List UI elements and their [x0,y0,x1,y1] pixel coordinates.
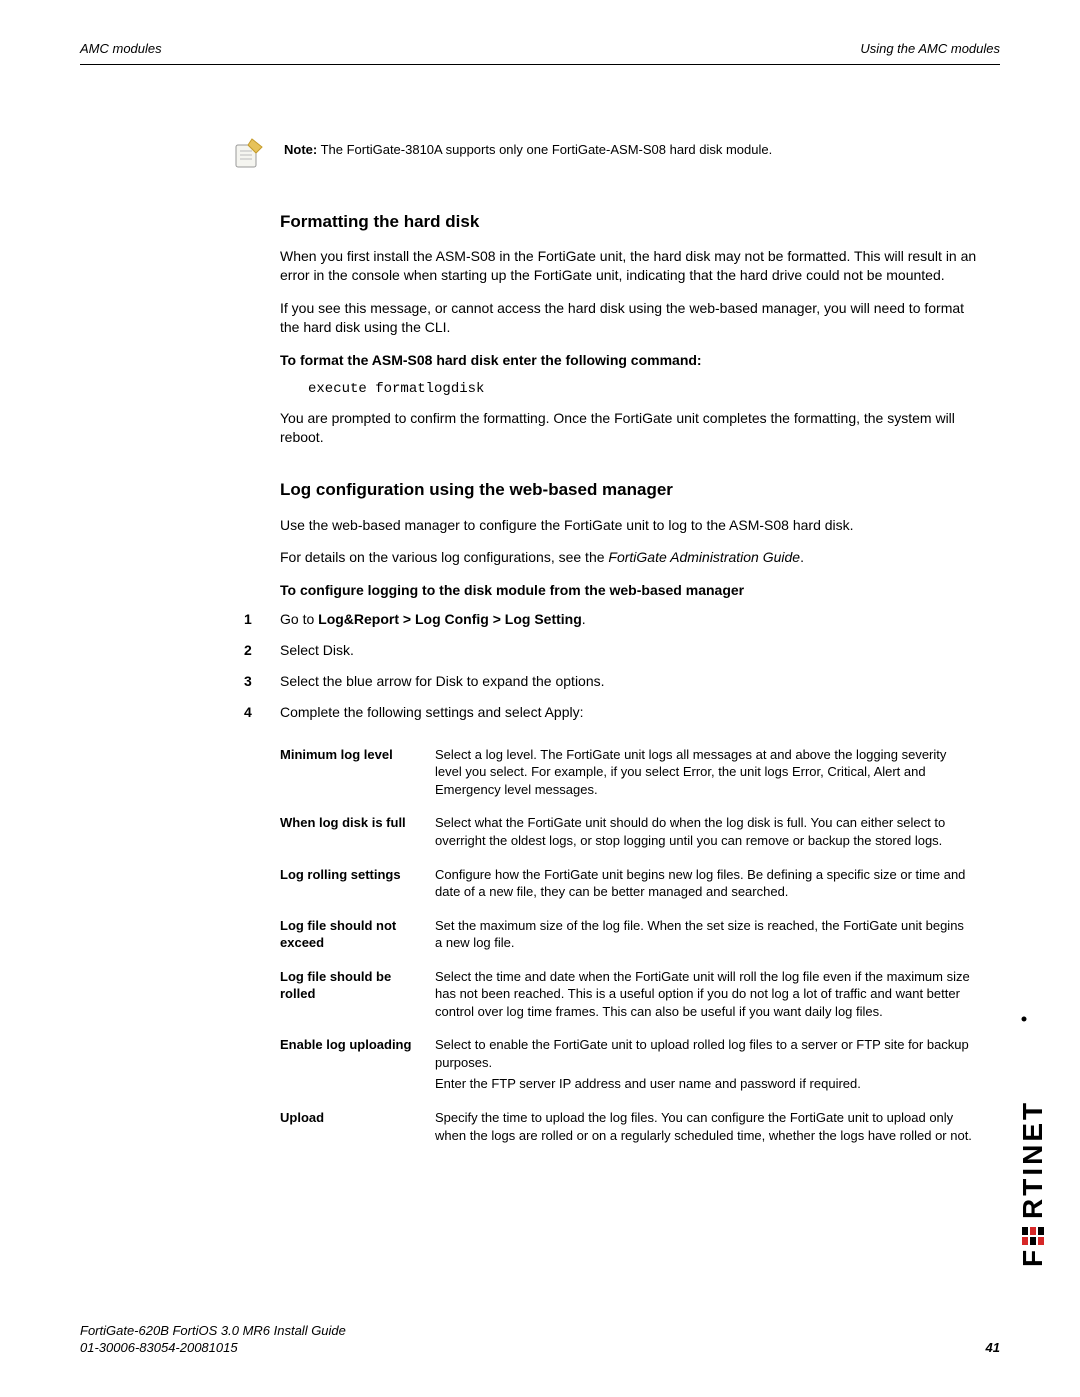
step-item: 2 Select Disk. [280,641,980,660]
table-row: Log file should not exceed Set the maxim… [280,911,980,962]
table-row: Log rolling settings Configure how the F… [280,860,980,911]
section-heading-log-config: Log configuration using the web-based ma… [280,479,980,502]
section-heading-formatting: Formatting the hard disk [280,211,980,234]
table-row: Minimum log level Select a log level. Th… [280,740,980,809]
setting-label: Log rolling settings [280,860,435,911]
note-text: Note: The FortiGate-3810A supports only … [284,135,772,159]
body-text: For details on the various log configura… [280,548,980,567]
setting-desc: Select a log level. The FortiGate unit l… [435,740,980,809]
svg-text:RTINET: RTINET [1018,1100,1048,1219]
header-right: Using the AMC modules [860,40,1000,58]
setting-desc: Select to enable the FortiGate unit to u… [435,1030,980,1103]
page-header: AMC modules Using the AMC modules [80,40,1000,65]
note-icon [230,135,266,171]
table-row: Log file should be rolled Select the tim… [280,962,980,1031]
cli-command: execute formatlogdisk [308,380,980,399]
body-text: If you see this message, or cannot acces… [280,299,980,337]
setting-label: Upload [280,1103,435,1154]
step-number: 3 [244,672,252,691]
setting-label: Log file should be rolled [280,962,435,1031]
settings-table: Minimum log level Select a log level. Th… [280,740,980,1154]
setting-desc: Set the maximum size of the log file. Wh… [435,911,980,962]
step-item: 4 Complete the following settings and se… [280,703,980,722]
footer-guide-title: FortiGate-620B FortiOS 3.0 MR6 Install G… [80,1322,346,1340]
step-item: 1 Go to Log&Report > Log Config > Log Se… [280,610,980,629]
setting-desc: Select the time and date when the FortiG… [435,962,980,1031]
document-page: AMC modules Using the AMC modules Note: … [0,0,1080,1397]
header-left: AMC modules [80,40,162,58]
fortinet-logo: F RTINET [1018,1007,1052,1267]
footer-left: FortiGate-620B FortiOS 3.0 MR6 Install G… [80,1322,346,1357]
step-number: 4 [244,703,252,722]
note-body: The FortiGate-3810A supports only one Fo… [317,142,772,157]
table-row: Enable log uploading Select to enable th… [280,1030,980,1103]
setting-desc: Specify the time to upload the log files… [435,1103,980,1154]
setting-label: Enable log uploading [280,1030,435,1103]
setting-desc: Configure how the FortiGate unit begins … [435,860,980,911]
footer-doc-id: 01-30006-83054-20081015 [80,1339,346,1357]
svg-text:F: F [1018,1247,1048,1267]
table-row: Upload Specify the time to upload the lo… [280,1103,980,1154]
step-number: 1 [244,610,252,629]
step-number: 2 [244,641,252,660]
setting-label: Log file should not exceed [280,911,435,962]
step-list: 1 Go to Log&Report > Log Config > Log Se… [280,610,980,722]
nav-path: Log&Report > Log Config > Log Setting [318,611,582,627]
page-number: 41 [986,1339,1000,1357]
body-text: Use the web-based manager to configure t… [280,516,980,535]
body-text: When you first install the ASM-S08 in th… [280,247,980,285]
main-content: Note: The FortiGate-3810A supports only … [280,135,980,1155]
instruction-heading: To configure logging to the disk module … [280,581,980,600]
page-footer: FortiGate-620B FortiOS 3.0 MR6 Install G… [80,1322,1000,1357]
setting-label: Minimum log level [280,740,435,809]
step-item: 3 Select the blue arrow for Disk to expa… [280,672,980,691]
setting-desc: Select what the FortiGate unit should do… [435,808,980,859]
note-label: Note: [284,142,317,157]
guide-reference: FortiGate Administration Guide [608,549,800,565]
body-text: You are prompted to confirm the formatti… [280,409,980,447]
table-row: When log disk is full Select what the Fo… [280,808,980,859]
setting-label: When log disk is full [280,808,435,859]
instruction-heading: To format the ASM-S08 hard disk enter th… [280,351,980,370]
note-block: Note: The FortiGate-3810A supports only … [230,135,980,171]
